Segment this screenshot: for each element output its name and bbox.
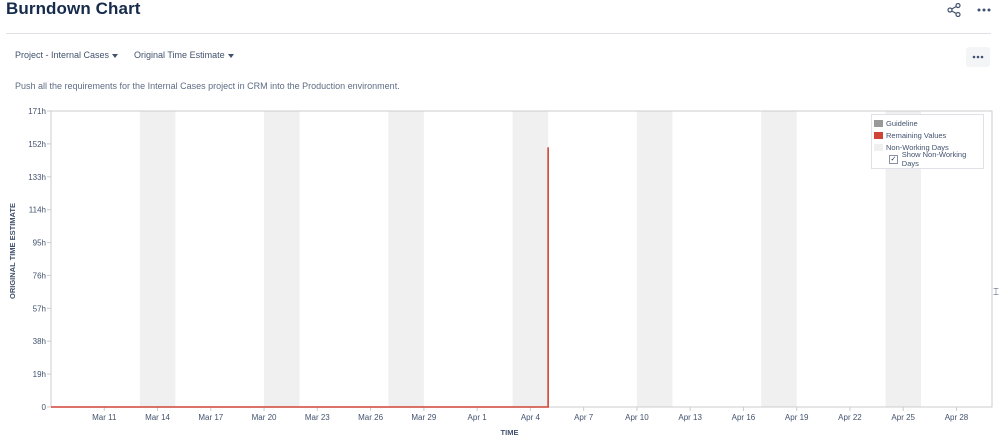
filter-bar: Project - Internal Cases Original Time E… xyxy=(15,50,234,60)
y-tick-label: 38h xyxy=(33,337,46,346)
legend-item-remaining-values[interactable]: Remaining Values xyxy=(874,129,983,141)
page-title: Burndown Chart xyxy=(6,0,141,18)
non-working-day-band xyxy=(264,111,300,407)
x-tick-label: Apr 19 xyxy=(785,413,809,422)
y-tick-label: 152h xyxy=(28,140,46,149)
legend-swatch xyxy=(874,119,883,127)
x-tick-label: Mar 26 xyxy=(358,413,383,422)
x-tick-label: Apr 1 xyxy=(468,413,488,422)
x-axis-title: TIME xyxy=(501,428,519,437)
x-tick-label: Mar 14 xyxy=(145,413,170,422)
non-working-day-band xyxy=(761,111,797,407)
y-tick-label: 57h xyxy=(33,304,46,313)
x-tick-label: Mar 23 xyxy=(305,413,330,422)
header-more-button[interactable] xyxy=(973,0,995,20)
x-tick-label: Mar 20 xyxy=(252,413,277,422)
x-tick-label: Apr 7 xyxy=(574,413,594,422)
project-filter-dropdown[interactable]: Project - Internal Cases xyxy=(15,50,119,60)
y-tick-label: 76h xyxy=(33,271,46,280)
y-tick-label: 114h xyxy=(29,206,46,215)
header-actions xyxy=(943,0,995,20)
y-tick-label: 171h xyxy=(28,107,46,116)
x-tick-label: Apr 16 xyxy=(732,413,756,422)
x-tick-label: Mar 17 xyxy=(198,413,223,422)
x-tick-label: Apr 10 xyxy=(625,413,649,422)
x-tick-label: Mar 29 xyxy=(411,413,436,422)
more-horizontal-icon xyxy=(972,55,984,59)
header-divider xyxy=(6,33,991,34)
y-tick-label: 95h xyxy=(33,239,46,248)
share-button[interactable] xyxy=(943,0,965,20)
show-non-working-days-label: Show Non-Working Days xyxy=(901,150,967,168)
x-tick-label: Apr 13 xyxy=(678,413,702,422)
x-tick-label: Apr 22 xyxy=(838,413,862,422)
checkbox[interactable]: ✓ xyxy=(889,154,898,164)
y-tick-label: 19h xyxy=(33,370,46,379)
legend-label: Guideline xyxy=(886,118,918,128)
text-cursor-icon: ⌶ xyxy=(993,287,999,298)
chevron-down-icon xyxy=(112,53,119,58)
legend-swatch xyxy=(874,143,883,151)
x-tick-label: Apr 4 xyxy=(521,413,541,422)
y-tick-label: 0 xyxy=(42,403,47,412)
legend-swatch xyxy=(874,131,883,139)
burndown-chart: 0 19h 38h 57h 76h 95h 114h 133h 152h 171h Mar 11 Ma… xyxy=(0,100,999,443)
legend-item-guideline[interactable]: Guideline xyxy=(874,117,983,129)
non-working-day-band xyxy=(139,111,176,407)
y-axis-title: ORIGINAL TIME ESTIMATE xyxy=(8,203,17,299)
estimate-filter-dropdown[interactable]: Original Time Estimate xyxy=(134,50,234,60)
legend-label: Remaining Values xyxy=(886,130,947,140)
project-filter-label: Project - Internal Cases xyxy=(15,50,110,60)
share-icon xyxy=(947,3,961,17)
y-tick-label: 133h xyxy=(28,173,46,182)
estimate-filter-label: Original Time Estimate xyxy=(134,50,225,60)
non-working-day-band xyxy=(512,111,549,407)
show-non-working-days-toggle[interactable]: ✓ Show Non-Working Days xyxy=(874,150,983,168)
chart-svg: 0 19h 38h 57h 76h 95h 114h 133h 152h 171h Mar 11 Ma… xyxy=(8,107,993,437)
chevron-down-icon xyxy=(227,53,234,58)
non-working-day-band xyxy=(388,111,424,407)
chart-legend: Guideline Remaining Values Non-Working D… xyxy=(871,114,984,169)
x-tick-label: Apr 28 xyxy=(945,413,969,422)
chart-description: Push all the requirements for the Intern… xyxy=(15,81,400,91)
non-working-day-band xyxy=(636,111,673,407)
more-horizontal-icon xyxy=(977,8,991,12)
x-tick-label: Mar 11 xyxy=(92,413,117,422)
chart-more-button[interactable] xyxy=(966,47,990,67)
x-tick-label: Apr 25 xyxy=(891,413,915,422)
